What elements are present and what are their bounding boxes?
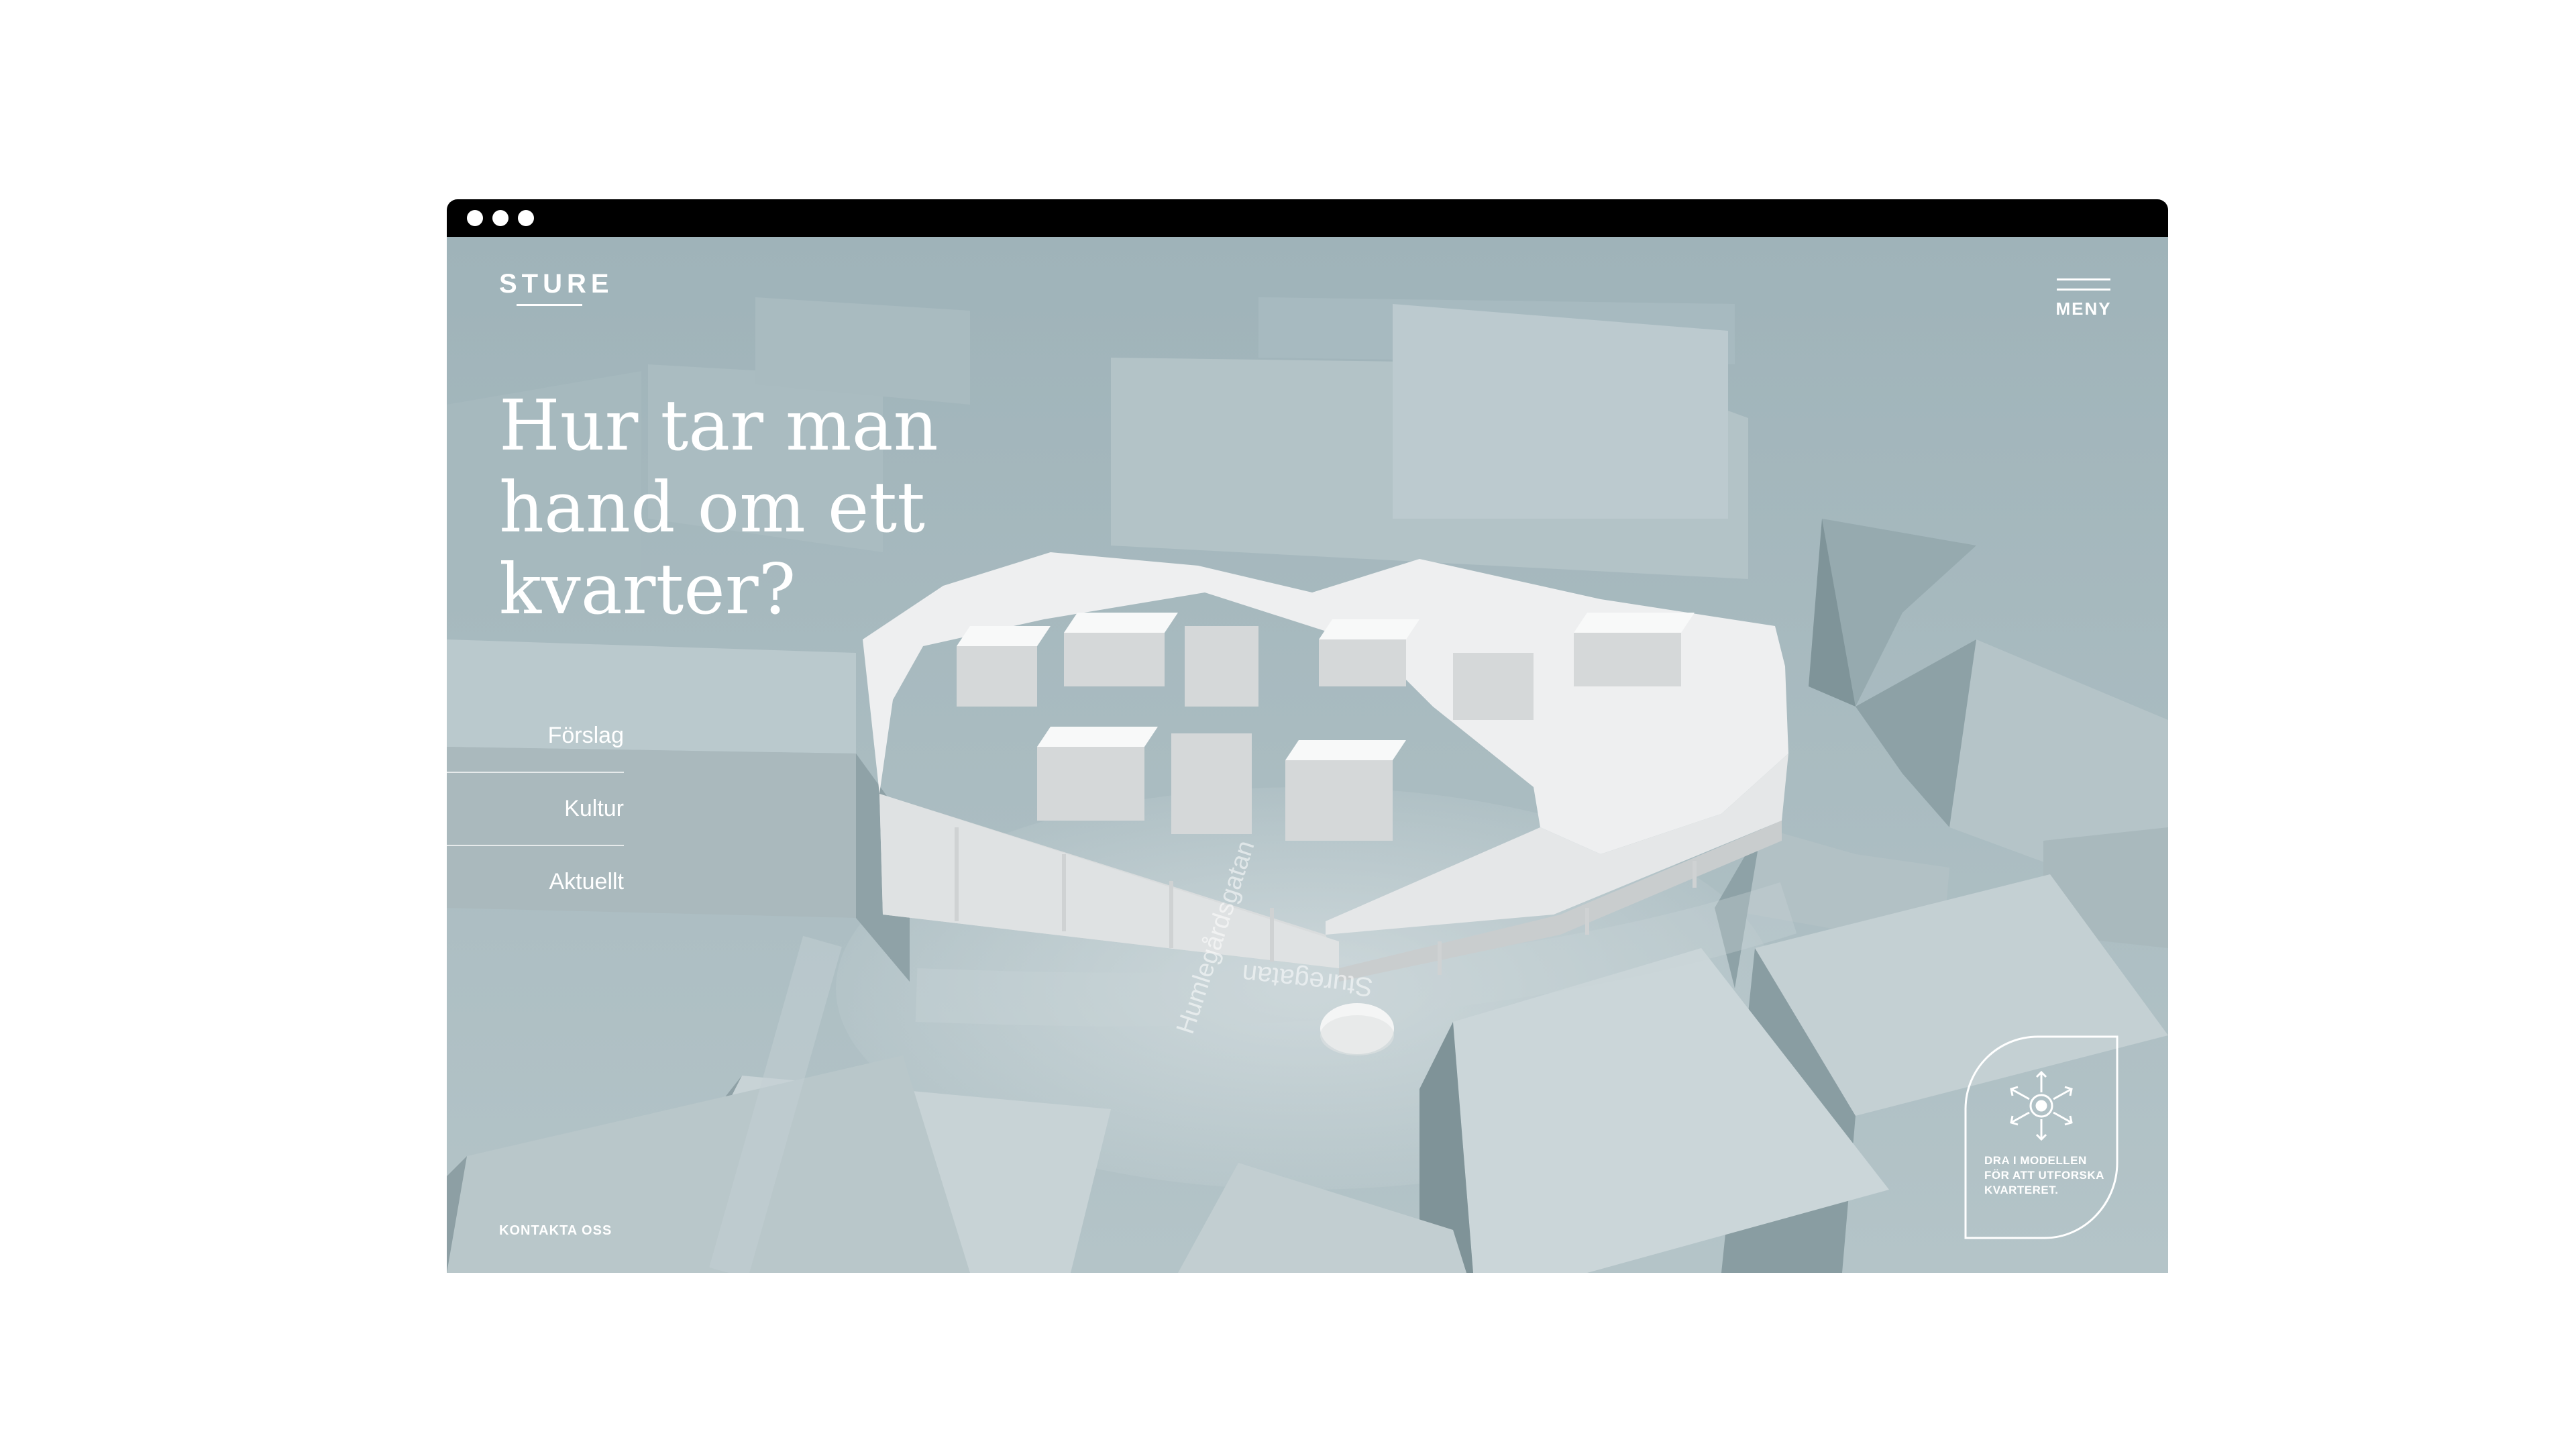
page-headline: Hur tar man hand om ett kvarter? [499, 384, 938, 630]
window-dot-1[interactable] [467, 210, 483, 226]
contact-link[interactable]: KONTAKTA OSS [499, 1223, 612, 1239]
window-dot-3[interactable] [518, 210, 534, 226]
page-viewport: Humlegårdsgatan Sturegatan STURE MENY Hu… [447, 237, 2168, 1273]
nav-item-forslag[interactable]: Förslag [447, 700, 624, 773]
window-dot-2[interactable] [492, 210, 508, 226]
browser-window: Humlegårdsgatan Sturegatan STURE MENY Hu… [447, 199, 2168, 1273]
nav-item-kultur[interactable]: Kultur [447, 773, 624, 846]
nav-item-aktuellt[interactable]: Aktuellt [447, 846, 625, 918]
logo-underline [517, 304, 582, 306]
drag-hint-panel: DRA I MODELLEN FÖR ATT UTFORSKA KVARTERE… [1964, 1035, 2118, 1240]
logo[interactable]: STURE [499, 269, 614, 299]
browser-titlebar [447, 199, 2168, 237]
drag-arrows-icon [2010, 1070, 2073, 1141]
drag-hint-text: DRA I MODELLEN FÖR ATT UTFORSKA KVARTERE… [1984, 1154, 2104, 1196]
menu-button[interactable]: MENY [2050, 272, 2117, 325]
menu-label: MENY [2055, 299, 2112, 319]
section-nav: Förslag Kultur Aktuellt [447, 700, 624, 918]
